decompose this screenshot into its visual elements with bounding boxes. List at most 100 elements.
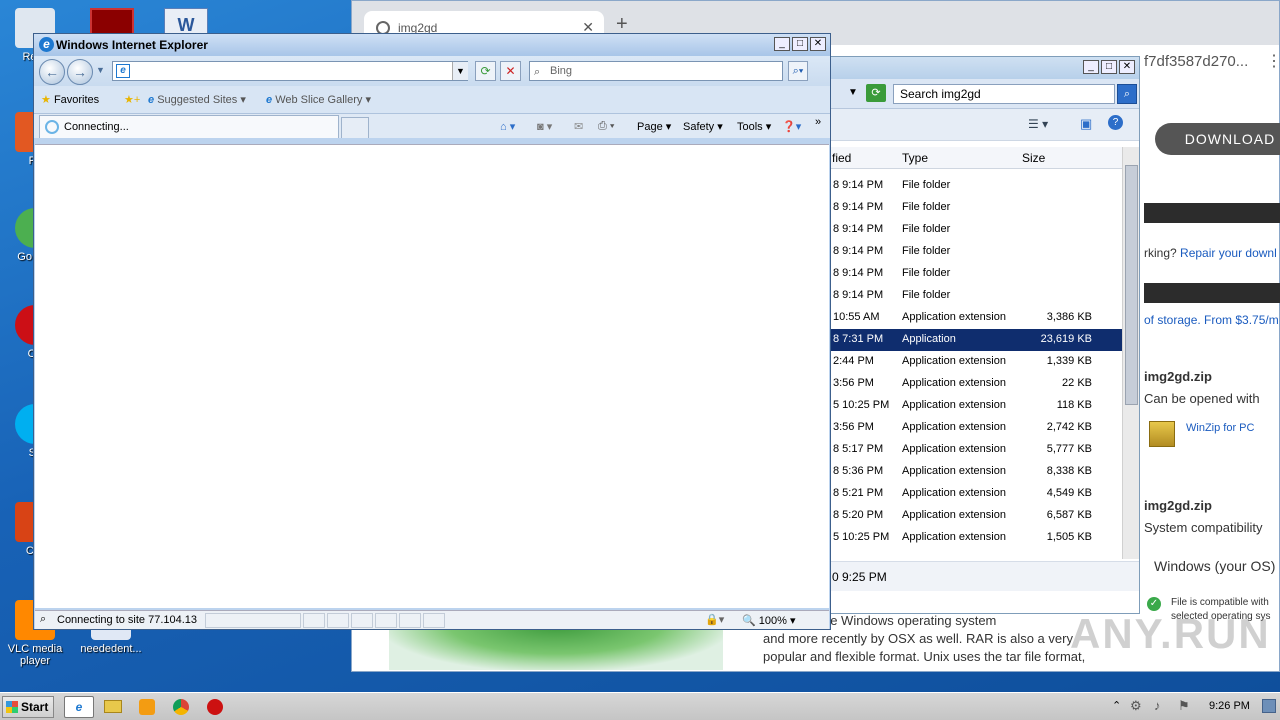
forward-button[interactable]: → [67, 59, 93, 85]
taskbar-chrome-button[interactable] [166, 696, 196, 718]
maximize-button[interactable]: □ [792, 37, 808, 51]
view-options-icon[interactable]: ☰ ▾ [1028, 117, 1048, 131]
row-size: 23,619 KB [1040, 333, 1092, 345]
tools-menu[interactable]: Tools ▾ [737, 120, 771, 133]
protected-mode-icon[interactable]: 🔒▾ [705, 613, 724, 626]
stop-button[interactable]: ✕ [500, 61, 521, 81]
search-icon[interactable]: ⌕ [1117, 84, 1137, 104]
print-icon[interactable]: ⎙ ▾ [598, 120, 614, 133]
table-row[interactable]: 8 9:14 PM File folder [830, 285, 1122, 307]
column-type[interactable]: Type [902, 151, 928, 165]
add-favorite-icon[interactable]: ★+ [124, 93, 140, 106]
ie-tab[interactable]: Connecting... [39, 115, 339, 138]
table-row[interactable]: 8 9:14 PM File folder [830, 219, 1122, 241]
winzip-link[interactable]: WinZip for PC [1186, 422, 1254, 434]
table-row[interactable]: 3:56 PM Application extension 22 KB [830, 373, 1122, 395]
taskbar-explorer-button[interactable] [98, 696, 128, 718]
network-icon[interactable]: ⚙ [1130, 698, 1142, 714]
storage-link[interactable]: of storage. From $3.75/m [1144, 313, 1279, 327]
ie-content-area[interactable] [35, 144, 829, 608]
table-row[interactable]: 8 7:31 PM Application 23,619 KB [830, 329, 1122, 351]
explorer-search-input[interactable]: Search img2gd [893, 84, 1115, 104]
body-line2: and more recently by OSX as well. RAR is… [763, 631, 1073, 646]
preview-pane-icon[interactable]: ▣ [1080, 116, 1092, 132]
status-segment [327, 613, 349, 628]
refresh-icon[interactable]: ⟳ [866, 84, 886, 102]
row-type: File folder [902, 267, 951, 279]
table-row[interactable]: 8 5:17 PM Application extension 5,777 KB [830, 439, 1122, 461]
web-slice-gallery-button[interactable]: e Web Slice Gallery ▾ [266, 93, 371, 106]
stop-icon [207, 699, 223, 715]
table-row[interactable]: 2:44 PM Application extension 1,339 KB [830, 351, 1122, 373]
search-button[interactable]: ⌕▾ [788, 61, 808, 81]
column-modified[interactable]: fied [832, 151, 851, 165]
refresh-button[interactable]: ⟳ [475, 61, 496, 81]
feeds-icon[interactable]: ◙ ▾ [537, 120, 552, 133]
chevron-down-icon[interactable]: ▼ [96, 65, 105, 75]
row-type: Application extension [902, 421, 1006, 433]
ie-titlebar: e Windows Internet Explorer _ □ ✕ [34, 34, 830, 56]
download-button[interactable]: DOWNLOAD [1155, 123, 1280, 155]
safety-menu[interactable]: Safety ▾ [683, 120, 723, 133]
table-row[interactable]: 5 10:25 PM Application extension 118 KB [830, 395, 1122, 417]
chrome-menu-icon[interactable]: ⋮ [1266, 51, 1280, 71]
dark-band [1144, 203, 1280, 223]
status-segment [423, 613, 445, 628]
minimize-button[interactable]: _ [1083, 60, 1099, 74]
favorites-button[interactable]: ★ Favorites [41, 93, 99, 106]
table-row[interactable]: 5 10:25 PM Application extension 1,505 KB [830, 527, 1122, 549]
table-row[interactable]: 8 9:14 PM File folder [830, 241, 1122, 263]
table-row[interactable]: 3:56 PM Application extension 2,742 KB [830, 417, 1122, 439]
ie-title: Windows Internet Explorer [56, 38, 208, 52]
new-tab-button[interactable] [341, 117, 369, 138]
help-icon[interactable]: ❓▾ [782, 120, 801, 133]
ie-status-text: Connecting to site 77.104.13 [57, 614, 198, 626]
ie-search-input[interactable]: ⌕ Bing [529, 61, 783, 81]
taskbar-media-button[interactable] [132, 696, 162, 718]
clock[interactable]: 9:26 PM [1209, 700, 1250, 712]
tray-expand-icon[interactable]: ⌃ [1112, 699, 1121, 712]
chevron-more-icon[interactable]: » [815, 116, 821, 128]
back-button[interactable]: ← [39, 59, 65, 85]
minimize-button[interactable]: _ [774, 37, 790, 51]
row-size: 6,587 KB [1046, 509, 1092, 521]
address-dropdown-icon[interactable]: ▼ [452, 62, 468, 80]
ie-address-bar[interactable]: e [112, 61, 468, 81]
table-row[interactable]: 8 9:14 PM File folder [830, 175, 1122, 197]
chrome-url-text[interactable]: f7df3587d270... [1144, 53, 1248, 70]
table-row[interactable]: 8 9:14 PM File folder [830, 263, 1122, 285]
row-type: File folder [902, 245, 951, 257]
chevron-down-icon[interactable]: ▼ [848, 87, 858, 98]
maximize-button[interactable]: □ [1101, 60, 1117, 74]
start-button[interactable]: Start [2, 696, 54, 718]
table-row[interactable]: 8 9:14 PM File folder [830, 197, 1122, 219]
suggested-sites-button[interactable]: e Suggested Sites ▾ [148, 93, 246, 106]
table-row[interactable]: 8 5:36 PM Application extension 8,338 KB [830, 461, 1122, 483]
row-type: Application extension [902, 531, 1006, 543]
column-size[interactable]: Size [1022, 151, 1045, 165]
close-button[interactable]: ✕ [1119, 60, 1135, 74]
desktop-icon-label: neededent... [80, 643, 142, 655]
show-desktop-icon[interactable] [1262, 699, 1276, 713]
scrollbar[interactable] [1122, 147, 1139, 559]
file-name: img2gd.zip [1144, 498, 1212, 513]
taskbar-ie-button[interactable]: e [64, 696, 94, 718]
zoom-control[interactable]: 🔍 100% ▾ [742, 614, 795, 627]
explorer-details-pane: 0 9:25 PM [830, 561, 1139, 591]
table-row[interactable]: 8 5:21 PM Application extension 4,549 KB [830, 483, 1122, 505]
page-menu[interactable]: Page ▾ [637, 120, 671, 133]
dark-band [1144, 283, 1280, 303]
taskbar-stop-button[interactable] [200, 696, 230, 718]
row-type: Application extension [902, 443, 1006, 455]
help-icon[interactable]: ? [1108, 115, 1123, 130]
table-row[interactable]: 8 5:20 PM Application extension 6,587 KB [830, 505, 1122, 527]
repair-link[interactable]: Repair your downl [1180, 246, 1277, 260]
home-icon[interactable]: ⌂ ▾ [500, 120, 515, 133]
flag-icon[interactable]: ⚑ [1178, 698, 1190, 714]
star-icon: ★ [41, 94, 51, 106]
volume-icon[interactable]: ♪ [1154, 698, 1161, 713]
table-row[interactable]: 10:55 AM Application extension 3,386 KB [830, 307, 1122, 329]
close-button[interactable]: ✕ [810, 37, 826, 51]
mail-icon[interactable]: ✉ [574, 120, 583, 133]
scrollbar-thumb[interactable] [1125, 165, 1138, 405]
